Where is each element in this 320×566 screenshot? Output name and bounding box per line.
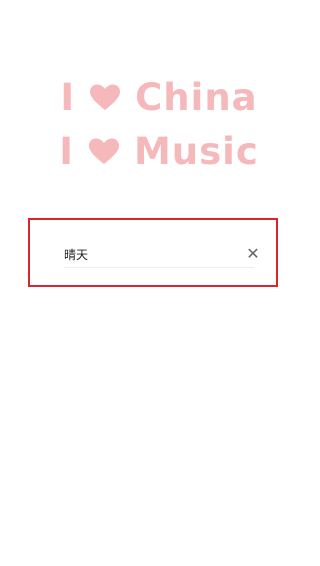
- search-field: ✕: [64, 241, 260, 268]
- hero-line-china: I China: [60, 70, 257, 124]
- hero-banner: I China I Music: [0, 70, 318, 178]
- hero-word-china: China: [135, 75, 258, 119]
- heart-icon: [89, 83, 121, 111]
- hero-word-music: Music: [133, 129, 259, 173]
- hero-pronoun: I: [59, 129, 74, 173]
- hero-line-music: I Music: [59, 124, 259, 178]
- hero-pronoun: I: [60, 75, 76, 119]
- heart-icon: [88, 137, 120, 165]
- close-icon[interactable]: ✕: [244, 245, 262, 263]
- search-box: ✕: [28, 218, 278, 287]
- search-input[interactable]: [64, 242, 244, 266]
